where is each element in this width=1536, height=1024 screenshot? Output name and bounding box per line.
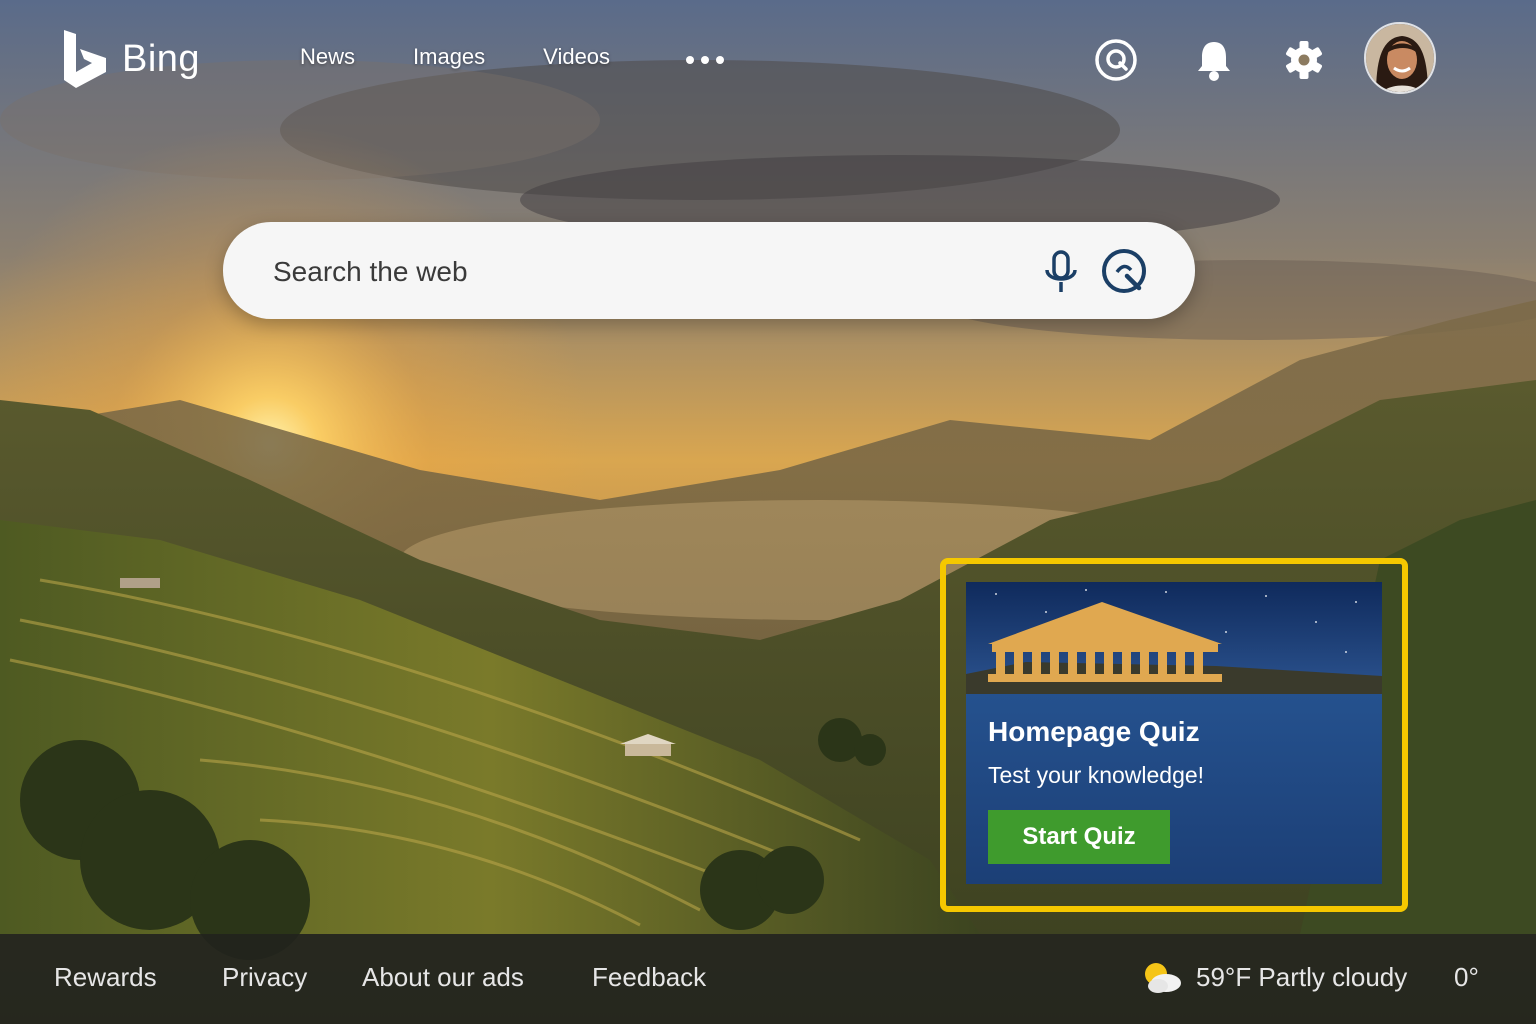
visual-search-icon[interactable] (1099, 246, 1151, 298)
copilot-icon[interactable] (1092, 36, 1140, 84)
nav-item-news[interactable]: News (300, 44, 355, 70)
microphone-icon[interactable] (1041, 248, 1081, 296)
bing-logo[interactable]: Bing (62, 28, 200, 90)
top-nav: News Images Videos (300, 44, 610, 70)
quiz-title: Homepage Quiz (988, 716, 1200, 747)
nav-item-images[interactable]: Images (413, 44, 485, 70)
bing-logo-icon (64, 30, 106, 88)
footer-link-feedback[interactable]: Feedback (592, 962, 706, 993)
footer-link-privacy[interactable]: Privacy (222, 962, 307, 993)
degree-readout: 0° (1454, 962, 1479, 992)
start-quiz-button[interactable]: Start Quiz (988, 810, 1170, 864)
quiz-subtitle: Test your knowledge! (988, 762, 1205, 788)
search-bar (223, 222, 1195, 321)
weather-widget[interactable]: 59°F Partly cloudy (1140, 960, 1407, 994)
search-input[interactable] (271, 222, 1015, 321)
notifications-icon[interactable] (1190, 36, 1238, 84)
user-avatar[interactable] (1364, 22, 1436, 94)
footer-link-rewards[interactable]: Rewards (54, 962, 157, 993)
more-menu-icon[interactable] (684, 48, 726, 72)
settings-icon[interactable] (1280, 36, 1328, 84)
quiz-card[interactable]: Homepage Quiz Test your knowledge! Start… (966, 582, 1382, 884)
brand-name: Bing (122, 37, 201, 80)
footer-bar: Rewards Privacy About our ads Feedback 5… (0, 934, 1536, 1024)
partly-cloudy-icon (1145, 963, 1181, 993)
quiz-temple-image (966, 582, 1382, 694)
weather-text: 59°F Partly cloudy (1196, 961, 1408, 992)
nav-item-videos[interactable]: Videos (543, 44, 610, 70)
footer-link-about-ads[interactable]: About our ads (362, 962, 524, 993)
